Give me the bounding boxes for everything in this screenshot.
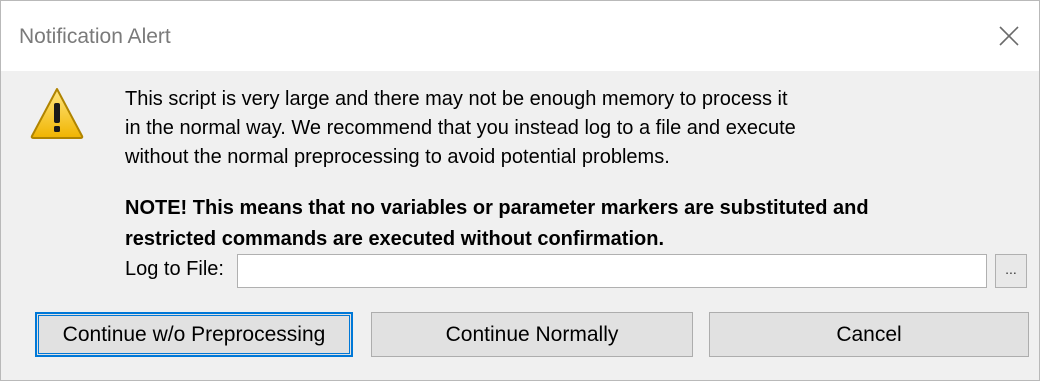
window-title: Notification Alert bbox=[19, 25, 171, 48]
note-line: NOTE! This means that no variables or pa… bbox=[125, 197, 869, 219]
message-line: in the normal way. We recommend that you… bbox=[125, 117, 796, 139]
close-button[interactable] bbox=[979, 1, 1039, 71]
message-line: This script is very large and there may … bbox=[125, 88, 788, 110]
continue-without-preprocessing-button[interactable]: Continue w/o Preprocessing bbox=[35, 312, 353, 357]
message-line: without the normal preprocessing to avoi… bbox=[125, 146, 670, 168]
warning-icon bbox=[30, 88, 84, 139]
title-bar: Notification Alert bbox=[1, 1, 1039, 71]
browse-button[interactable]: ... bbox=[995, 254, 1027, 288]
dialog-body: This script is very large and there may … bbox=[1, 71, 1039, 380]
notification-dialog: Notification Alert This script is very l… bbox=[0, 0, 1040, 381]
continue-normally-button[interactable]: Continue Normally bbox=[371, 312, 693, 357]
log-file-input[interactable] bbox=[237, 254, 987, 288]
note-line: restricted commands are executed without… bbox=[125, 228, 665, 250]
message-text: This script is very large and there may … bbox=[125, 85, 1005, 172]
close-icon bbox=[999, 26, 1019, 46]
note-text: NOTE! This means that no variables or pa… bbox=[125, 193, 1025, 255]
log-to-file-label: Log to File: bbox=[125, 258, 224, 280]
cancel-button[interactable]: Cancel bbox=[709, 312, 1029, 357]
